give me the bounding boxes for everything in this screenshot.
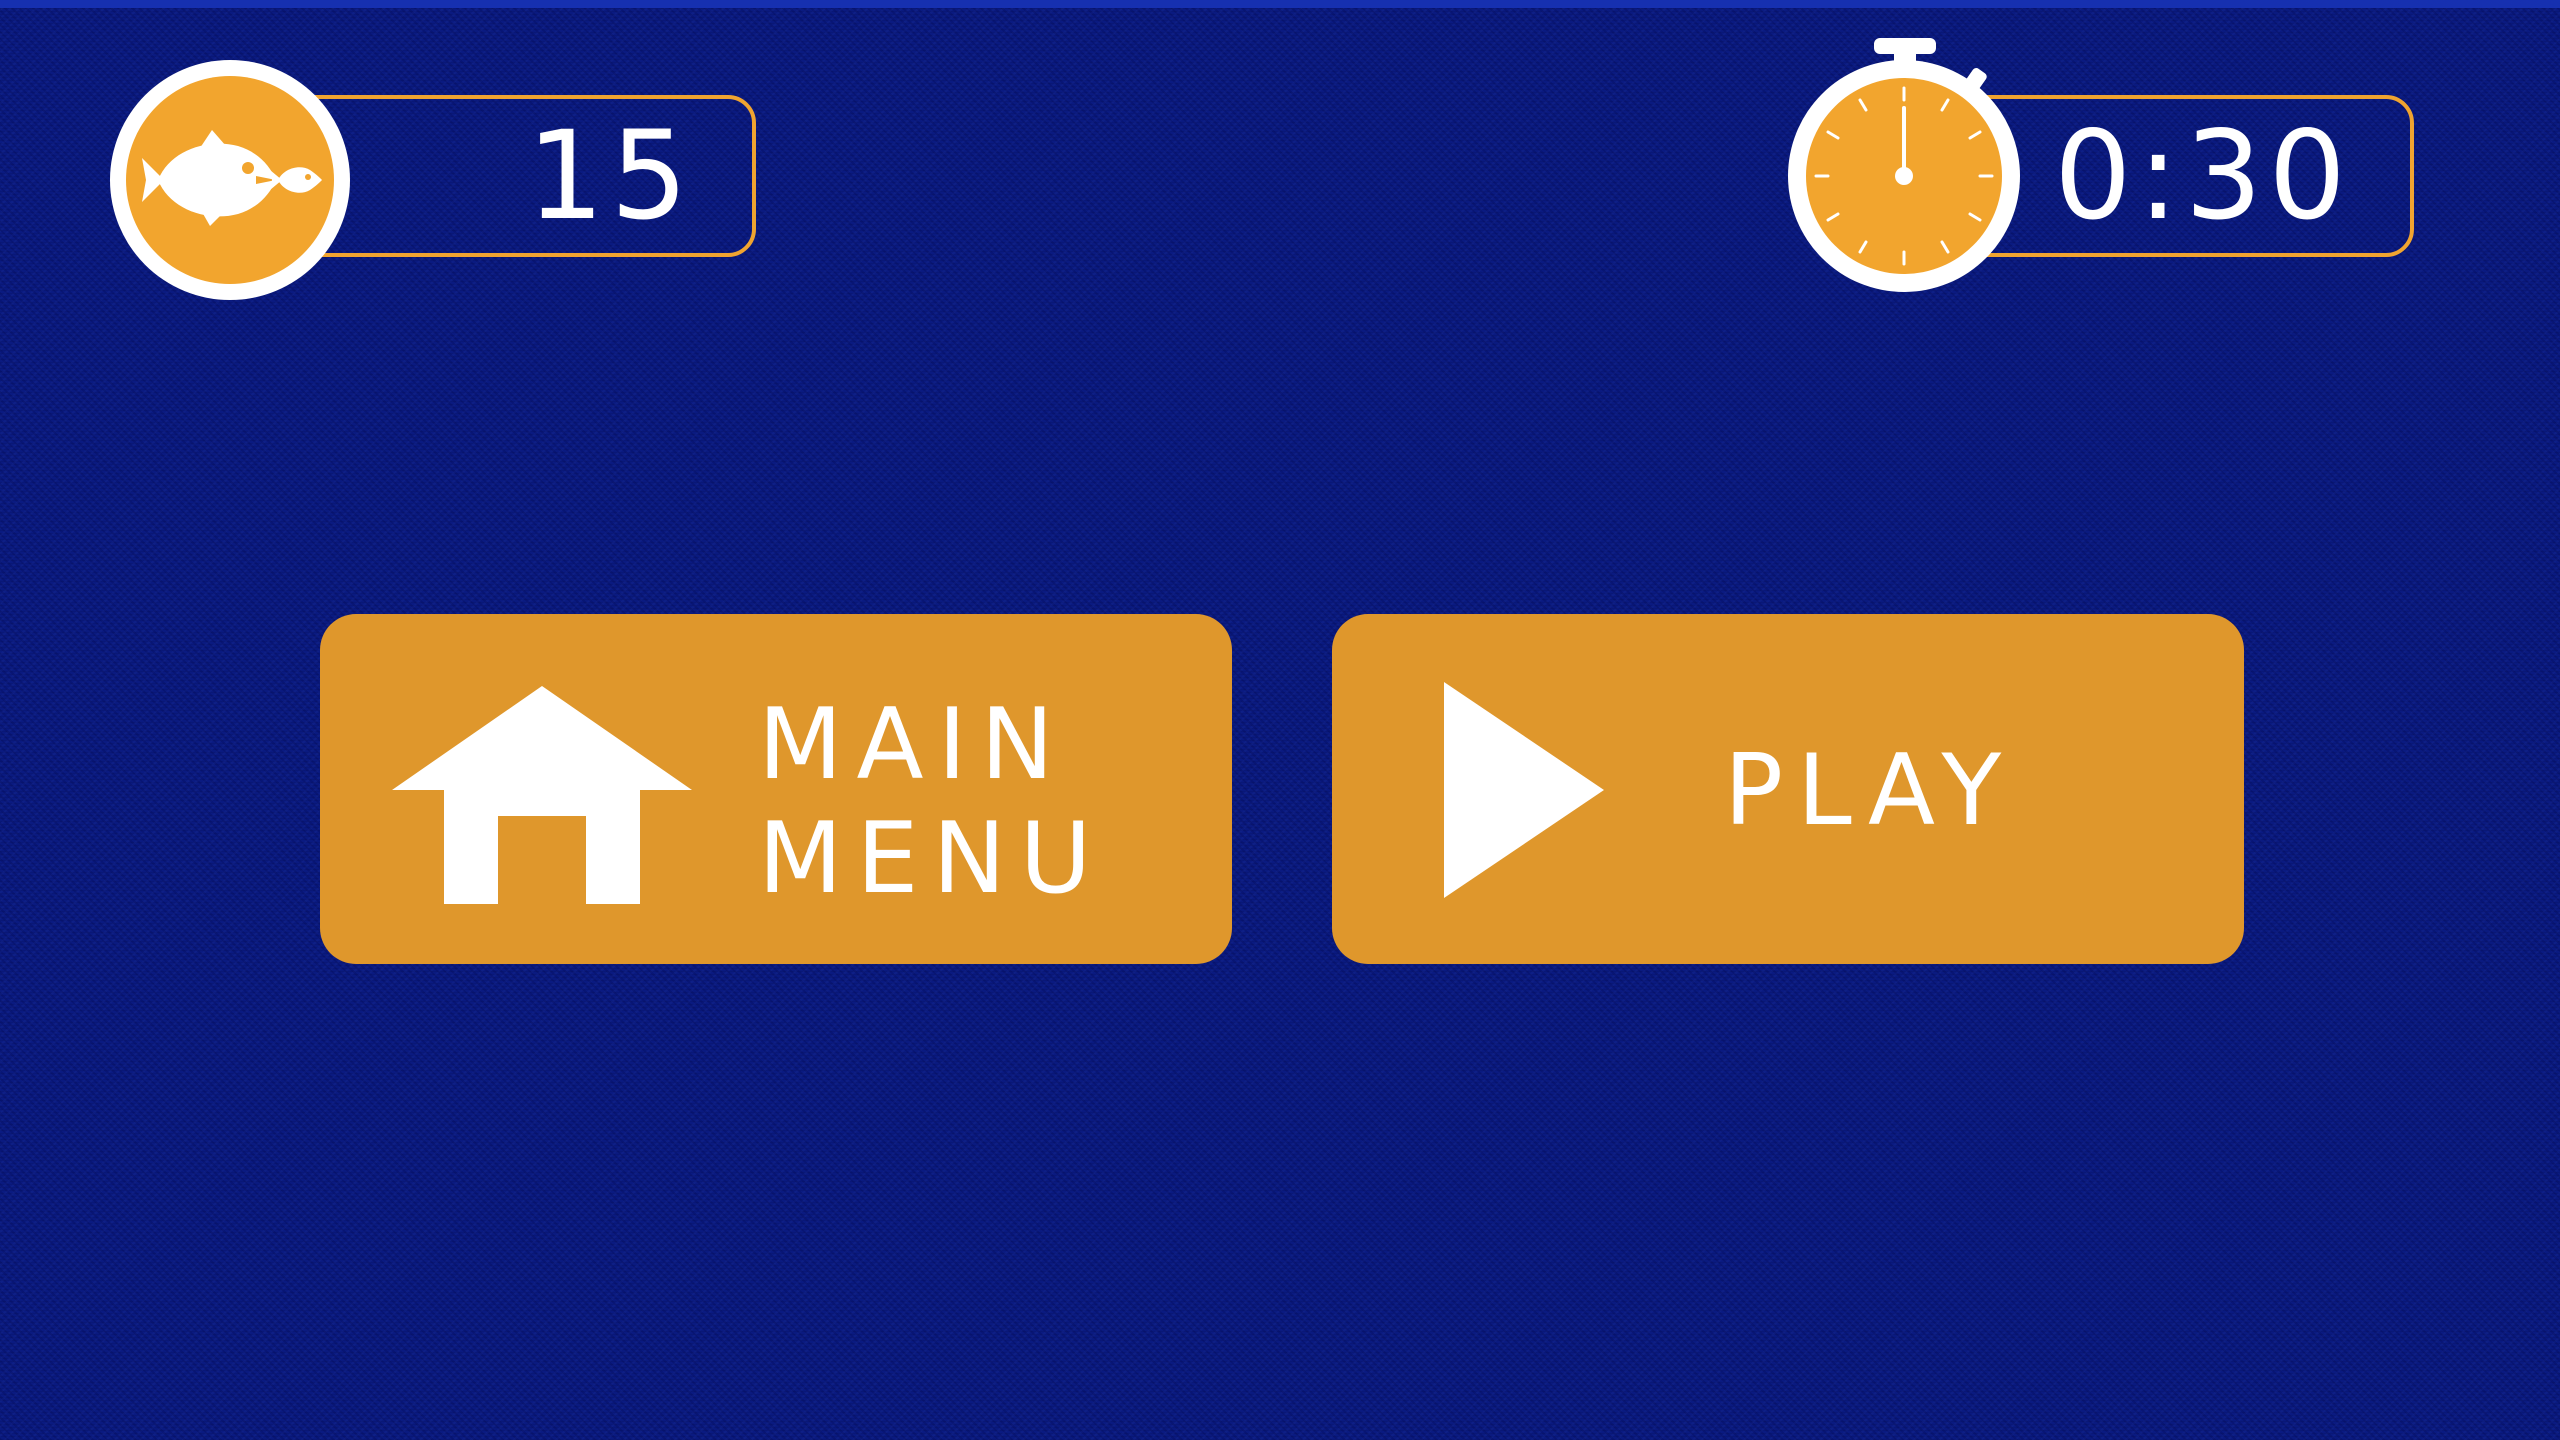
score-badge <box>110 60 350 300</box>
play-button[interactable]: PLAY <box>1332 614 2244 964</box>
fish-icon <box>126 76 334 284</box>
timer-value: 0:30 <box>2054 105 2352 247</box>
play-icon <box>1444 682 1604 902</box>
top-edge-strip <box>0 0 2560 8</box>
score-value: 15 <box>526 105 694 247</box>
stopwatch-icon-graphic <box>1788 38 2020 292</box>
main-menu-label-line-2: MENU <box>758 802 1106 916</box>
fish-icon-graphic <box>142 130 322 226</box>
main-menu-button[interactable]: MAIN MENU <box>320 614 1232 964</box>
play-label: PLAY <box>1724 734 2016 848</box>
main-menu-label-line-1: MAIN <box>758 688 1068 802</box>
home-icon-graphic <box>392 686 692 904</box>
stopwatch-icon <box>1786 36 2024 296</box>
play-icon-graphic <box>1444 682 1604 898</box>
home-icon <box>392 686 692 908</box>
